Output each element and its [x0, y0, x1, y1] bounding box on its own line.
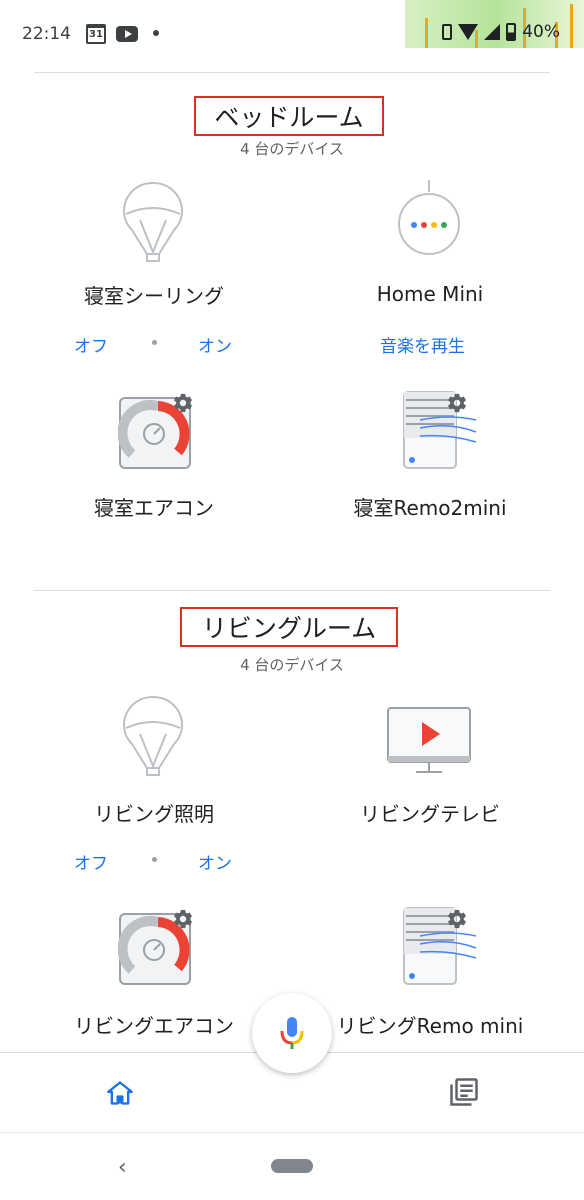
- light-bulb-icon[interactable]: [120, 694, 186, 778]
- feed-icon[interactable]: [449, 1077, 479, 1107]
- gear-icon[interactable]: [172, 908, 194, 930]
- status-bar: 22:14 31 40%: [0, 0, 584, 70]
- back-icon[interactable]: ‹: [118, 1155, 127, 1180]
- room-title-living: リビングルーム: [180, 607, 398, 647]
- signal-icon: [484, 24, 501, 40]
- separator-dot: [152, 340, 157, 345]
- light-bulb-icon[interactable]: [120, 180, 186, 264]
- play-music-button[interactable]: 音楽を再生: [380, 332, 465, 357]
- device-label[interactable]: リビングテレビ: [284, 798, 576, 827]
- battery-icon: [506, 23, 517, 41]
- wifi-icon: [458, 24, 479, 40]
- light-on-button[interactable]: オン: [198, 849, 232, 874]
- vibrate-icon: [442, 24, 453, 40]
- light-on-button[interactable]: オン: [198, 332, 232, 357]
- smart-speaker-icon[interactable]: [396, 178, 462, 258]
- light-off-button[interactable]: オフ: [74, 332, 108, 357]
- gear-icon[interactable]: [172, 392, 194, 414]
- gear-icon[interactable]: [446, 908, 468, 930]
- microphone-icon: [280, 1017, 304, 1049]
- notification-dot-icon: [153, 30, 159, 36]
- separator-dot: [152, 857, 157, 862]
- divider: [34, 72, 550, 73]
- youtube-icon: [116, 26, 138, 42]
- calendar-icon: 31: [86, 24, 106, 44]
- divider: [34, 590, 550, 591]
- status-icons: 40%: [442, 22, 560, 42]
- remote-hub-icon[interactable]: [400, 906, 480, 986]
- device-label[interactable]: Home Mini: [284, 282, 576, 306]
- tv-icon[interactable]: [386, 706, 472, 776]
- device-label[interactable]: 寝室シーリング: [8, 280, 300, 309]
- home-icon[interactable]: [106, 1079, 134, 1107]
- system-nav-bar: ‹: [0, 1132, 584, 1200]
- battery-percent: 40%: [522, 22, 560, 42]
- device-label[interactable]: 寝室Remo2mini: [284, 492, 576, 521]
- status-time: 22:14: [22, 24, 71, 44]
- home-pill-button[interactable]: [271, 1159, 313, 1173]
- gear-icon[interactable]: [446, 392, 468, 414]
- device-label[interactable]: 寝室エアコン: [8, 492, 300, 521]
- room-device-count: 4 台のデバイス: [240, 140, 344, 158]
- mic-button[interactable]: [252, 993, 332, 1073]
- remote-hub-icon[interactable]: [400, 390, 480, 470]
- light-off-button[interactable]: オフ: [74, 849, 108, 874]
- device-label[interactable]: リビング照明: [8, 798, 300, 827]
- room-title-bedroom: ベッドルーム: [194, 96, 384, 136]
- room-device-count: 4 台のデバイス: [240, 656, 344, 674]
